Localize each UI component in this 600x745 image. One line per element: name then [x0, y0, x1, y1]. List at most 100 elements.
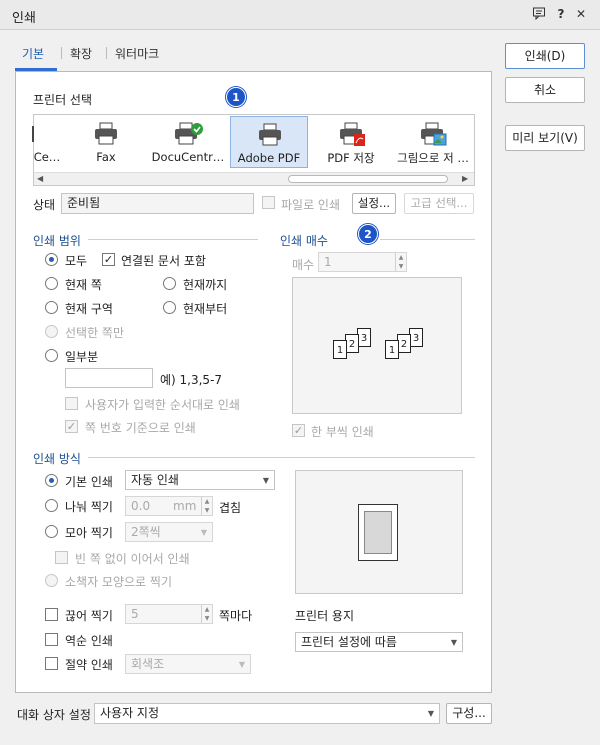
paper-print-area: [364, 511, 392, 554]
range-from-current-label: 현재부터: [183, 302, 228, 316]
preview-page: 3: [357, 328, 371, 347]
range-selected-label: 선택한 쪽만: [65, 326, 125, 340]
close-icon[interactable]: ✕: [573, 6, 589, 22]
tab-separator: [106, 47, 107, 59]
range-to-current-radio[interactable]: [163, 277, 176, 290]
configure-button[interactable]: 구성...: [446, 703, 492, 724]
saving-mode-select[interactable]: 회색조 ▼: [125, 654, 251, 674]
preview-page: 2: [397, 334, 411, 353]
divider: [88, 239, 258, 240]
collate-checkbox[interactable]: ✓: [292, 424, 305, 437]
status-field: 준비됨: [61, 193, 254, 214]
printer-item[interactable]: Ce…: [30, 117, 64, 167]
range-current-page-label: 현재 쪽: [65, 278, 102, 292]
printer-select-title: 프린터 선택: [33, 93, 93, 107]
badge-2: 2: [358, 224, 378, 244]
chat-icon[interactable]: [531, 6, 547, 22]
range-selected-radio[interactable]: [45, 325, 58, 338]
gather-select[interactable]: 2쪽씩 ▼: [125, 522, 213, 542]
booklet-label: 소책자 모양으로 찍기: [65, 575, 172, 589]
printer-item-docucentre[interactable]: DocuCentr…: [150, 117, 226, 167]
range-all-label: 모두: [65, 254, 88, 268]
gather-print-label: 모아 찍기: [65, 526, 113, 540]
cut-spinner[interactable]: ▲ ▼: [201, 605, 212, 623]
page-number-label: 쪽 번호 기준으로 인쇄: [85, 421, 196, 435]
printer-paper-select[interactable]: 프린터 설정에 따름 ▼: [295, 632, 463, 652]
split-spinner[interactable]: ▲ ▼: [201, 497, 212, 515]
printer-ready-icon: [175, 122, 203, 145]
copies-count-value: 1: [324, 255, 332, 269]
printer-scrollbar[interactable]: ◀ ▶: [34, 172, 474, 185]
page-number-checkbox[interactable]: ✓: [65, 420, 78, 433]
reverse-print-checkbox[interactable]: [45, 633, 58, 646]
copies-count-input[interactable]: 1 ▲ ▼: [318, 252, 407, 272]
printer-name: Adobe PDF: [237, 151, 301, 165]
printer-paper-label: 프린터 용지: [295, 609, 355, 623]
scrollbar-thumb[interactable]: [288, 175, 448, 183]
range-all-radio[interactable]: [45, 253, 58, 266]
dialog-settings-value: 사용자 지정: [100, 706, 160, 720]
file-print-checkbox[interactable]: [262, 196, 275, 209]
tab-watermark[interactable]: 워터마크: [115, 45, 159, 62]
saving-print-checkbox[interactable]: [45, 657, 58, 670]
print-button[interactable]: 인쇄(D): [505, 43, 585, 69]
divider: [380, 239, 475, 240]
partial-range-input[interactable]: [65, 368, 153, 388]
divider: [88, 457, 475, 458]
range-current-section-radio[interactable]: [45, 301, 58, 314]
cut-value-input[interactable]: 5 ▲ ▼: [125, 604, 213, 624]
overlap-label: 겹침: [219, 501, 242, 515]
scroll-right-icon[interactable]: ▶: [462, 174, 468, 183]
range-from-current-radio[interactable]: [163, 301, 176, 314]
copies-count-label: 매수: [292, 258, 315, 272]
chevron-down-icon: ▼: [262, 476, 269, 485]
user-order-checkbox[interactable]: [65, 397, 78, 410]
range-to-current-label: 현재까지: [183, 278, 228, 292]
dialog-settings-label: 대화 상자 설정: [17, 708, 91, 722]
preview-page: 1: [385, 340, 399, 359]
printer-name: DocuCentr…: [151, 150, 225, 164]
gather-print-radio[interactable]: [45, 525, 58, 538]
basic-print-mode-select[interactable]: 자동 인쇄 ▼: [125, 470, 275, 490]
preview-button[interactable]: 미리 보기(V): [505, 125, 585, 151]
basic-print-label: 기본 인쇄: [65, 475, 113, 489]
advanced-button[interactable]: 고급 선택...: [404, 193, 474, 214]
cut-print-checkbox[interactable]: [45, 608, 58, 621]
basic-print-radio[interactable]: [45, 474, 58, 487]
no-blank-checkbox[interactable]: [55, 551, 68, 564]
cut-value: 5: [131, 607, 139, 621]
printer-item-fax[interactable]: Fax: [68, 117, 144, 167]
paper-shape: [358, 504, 398, 561]
split-value-input[interactable]: 0.0 mm ▲ ▼: [125, 496, 213, 516]
split-print-label: 나눠 찍기: [65, 500, 113, 514]
printer-icon: [259, 123, 281, 146]
copies-spinner[interactable]: ▲ ▼: [395, 253, 406, 271]
range-current-page-radio[interactable]: [45, 277, 58, 290]
badge-1: 1: [226, 87, 246, 107]
tab-basic[interactable]: 기본: [22, 45, 44, 62]
printer-paper-value: 프린터 설정에 따름: [301, 635, 397, 649]
help-icon[interactable]: ?: [553, 6, 569, 22]
preview-page: 1: [333, 340, 347, 359]
scroll-left-icon[interactable]: ◀: [37, 174, 43, 183]
title-bar: 인쇄 ? ✕: [0, 0, 600, 30]
chevron-down-icon: ▼: [200, 528, 207, 537]
printer-icon: [95, 122, 117, 145]
tab-separator: [61, 47, 62, 59]
range-partial-radio[interactable]: [45, 349, 58, 362]
chevron-down-icon: ▼: [450, 638, 457, 647]
partial-example: 예) 1,3,5-7: [160, 373, 223, 387]
printer-item-image-save[interactable]: 그림으로 저 …: [394, 117, 472, 167]
reverse-print-label: 역순 인쇄: [65, 634, 113, 648]
printer-item-adobe-pdf[interactable]: Adobe PDF: [230, 116, 308, 168]
printer-item-pdf-save[interactable]: PDF 저장: [313, 117, 389, 167]
paper-preview: [295, 470, 463, 594]
copies-title: 인쇄 매수: [280, 234, 328, 248]
booklet-radio[interactable]: [45, 574, 58, 587]
linked-docs-checkbox[interactable]: ✓: [102, 253, 115, 266]
split-print-radio[interactable]: [45, 499, 58, 512]
printer-settings-button[interactable]: 설정...: [352, 193, 396, 214]
cancel-button[interactable]: 취소: [505, 77, 585, 103]
tab-extended[interactable]: 확장: [70, 45, 92, 62]
dialog-settings-select[interactable]: 사용자 지정 ▼: [94, 703, 440, 724]
